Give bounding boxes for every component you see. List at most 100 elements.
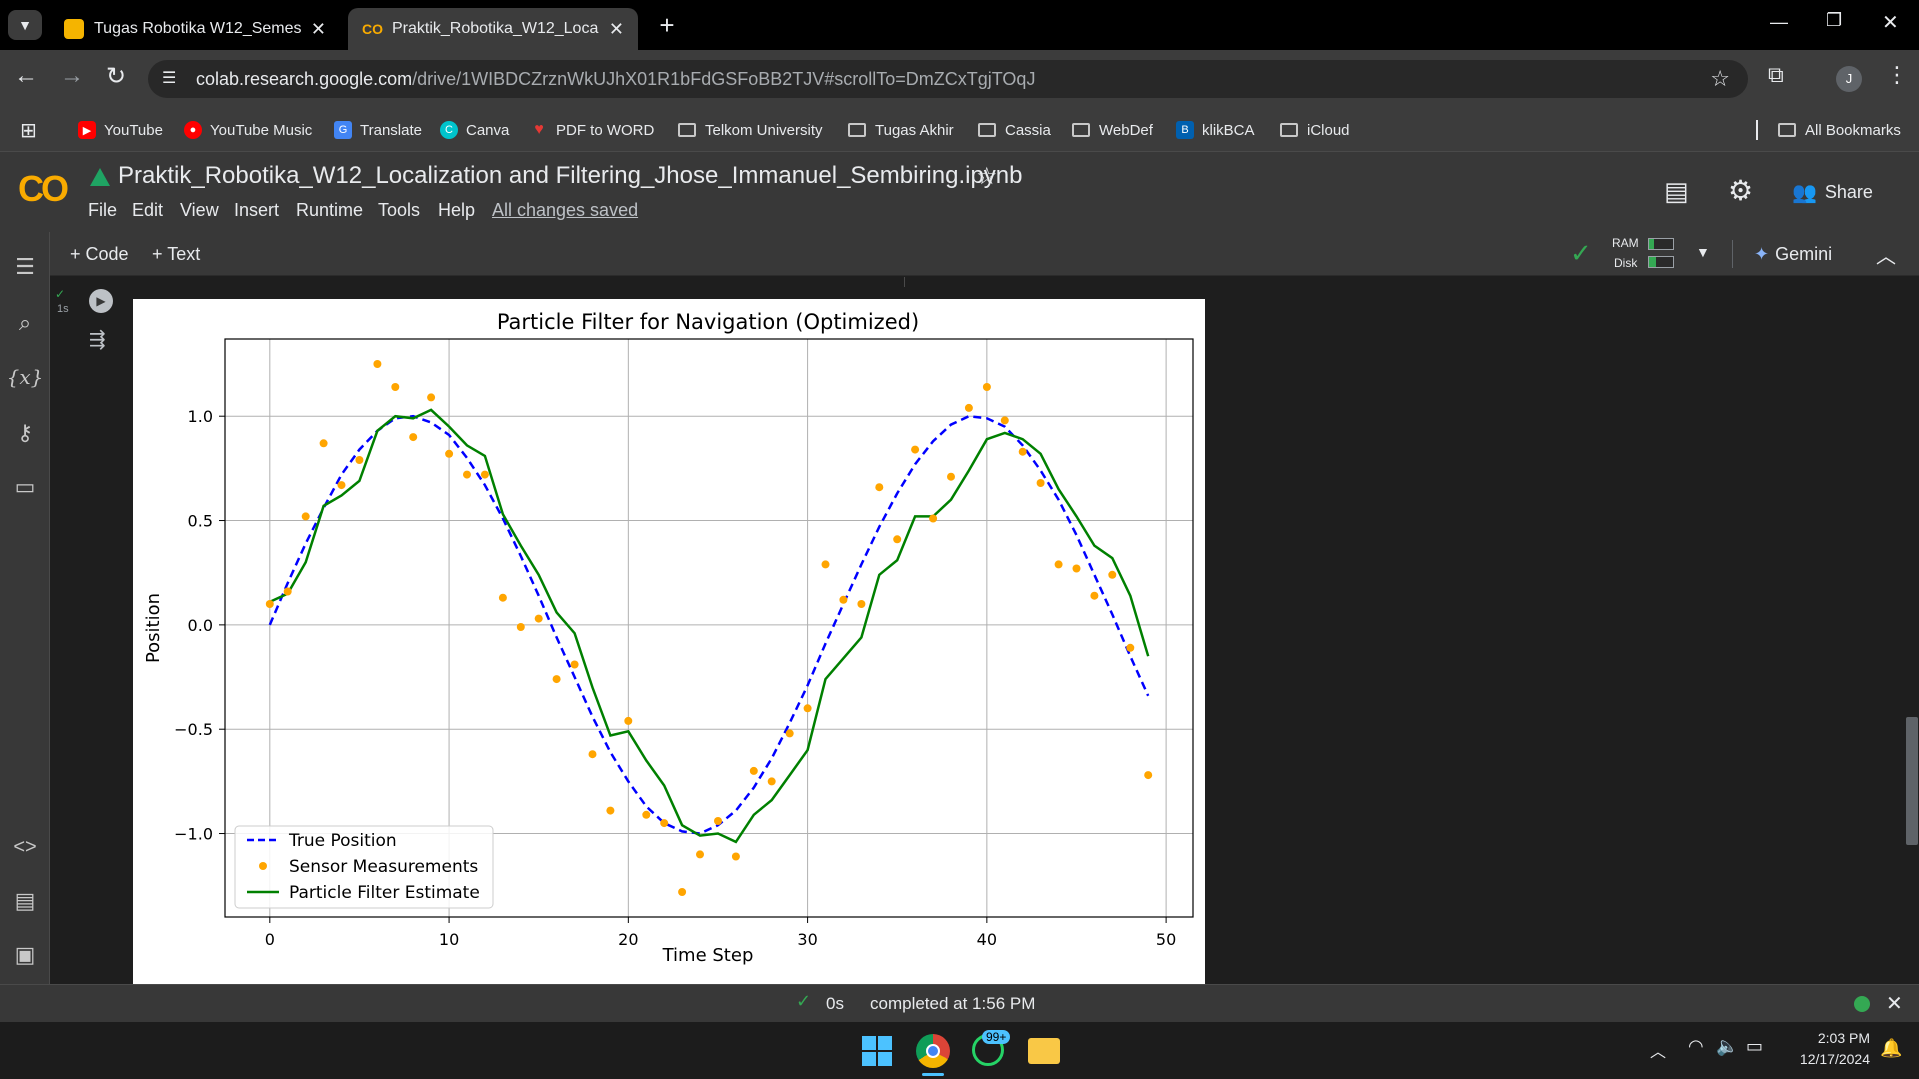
folder-icon (848, 123, 866, 137)
forward-arrow-icon[interactable]: → (60, 62, 84, 90)
run-cell-button[interactable]: ▶ (89, 289, 113, 313)
ram-fill (1649, 239, 1654, 249)
code-snippets-icon[interactable]: <> (10, 832, 40, 862)
menu-insert[interactable]: Insert (234, 200, 279, 221)
x-tick-label: 30 (797, 930, 817, 949)
menu-view[interactable]: View (180, 200, 219, 221)
sensor-measurement-point (642, 810, 651, 819)
tab-tugas-robotika[interactable]: Tugas Robotika W12_Semester ✕ (50, 8, 340, 50)
variables-icon[interactable]: {x} (7, 362, 44, 392)
file-explorer-icon[interactable] (1028, 1038, 1060, 1064)
site-info-icon[interactable]: ☰ (162, 68, 176, 88)
save-status[interactable]: All changes saved (492, 200, 638, 221)
menu-edit[interactable]: Edit (132, 200, 163, 221)
new-tab-button[interactable]: + (650, 8, 684, 42)
notification-bell-icon[interactable]: 🔔 (1880, 1038, 1902, 1059)
bookmark-cassia[interactable]: Cassia (978, 108, 1051, 152)
tab-praktik-robotika[interactable]: CO Praktik_Robotika_W12_Localizat ✕ (348, 8, 638, 50)
share-button[interactable]: 👥 Share (1792, 180, 1873, 205)
wifi-icon[interactable]: ◠ (1688, 1036, 1704, 1057)
menu-tools[interactable]: Tools (378, 200, 420, 221)
table-of-contents-icon[interactable]: ☰ (10, 252, 40, 282)
legend-particle-filter-estimate: Particle Filter Estimate (289, 883, 480, 903)
restore-icon[interactable]: ❐ (1826, 10, 1842, 31)
chrome-taskbar-icon[interactable] (916, 1034, 950, 1068)
comment-icon[interactable]: ▤ (1664, 176, 1689, 207)
bookmark-youtube[interactable]: ▶ YouTube (78, 108, 163, 152)
tab-search-button[interactable]: ▼ (8, 10, 42, 40)
bookmark-youtube-music[interactable]: ● YouTube Music (184, 108, 312, 152)
y-tick-label: 0.0 (188, 616, 213, 635)
tab-label: Praktik_Robotika_W12_Localizat (392, 20, 599, 37)
bookmark-canva[interactable]: C Canva (440, 108, 509, 152)
clock-time[interactable]: 2:03 PM (1810, 1030, 1870, 1046)
menu-file[interactable]: File (88, 200, 117, 221)
star-icon[interactable]: ☆ (976, 162, 998, 191)
apps-grid-icon[interactable]: ⊞ (20, 108, 37, 152)
people-icon: 👥 (1792, 182, 1817, 204)
files-folder-icon[interactable]: ▭ (10, 472, 40, 502)
particle-filter-chart: Particle Filter for Navigation (Optimize… (143, 310, 1194, 966)
sensor-measurement-point (1144, 771, 1153, 780)
sensor-measurement-point (409, 433, 418, 442)
url-path: /drive/1WIBDCZrznWkUJhX01R1bFdGSFoBB2TJV… (412, 68, 1036, 89)
search-icon[interactable]: ⌕ (10, 308, 40, 338)
output-actions-icon[interactable]: ⇶ (89, 327, 106, 352)
menu-help[interactable]: Help (438, 200, 475, 221)
bookmark-tugas-akhir[interactable]: Tugas Akhir (848, 108, 954, 152)
sensor-measurement-point (857, 600, 866, 608)
close-icon[interactable]: ✕ (609, 19, 624, 40)
left-sidebar: ☰ ⌕ {x} ⚷ ▭ <> ▤ ▣ (0, 232, 50, 984)
youtube-icon: ▶ (78, 121, 96, 139)
y-axis-label: Position (143, 593, 164, 663)
kebab-menu-icon[interactable]: ⋮ (1886, 62, 1908, 88)
menu-runtime[interactable]: Runtime (296, 200, 363, 221)
close-icon[interactable]: ✕ (311, 19, 326, 40)
add-code-button[interactable]: + Code (70, 244, 129, 265)
cell-exec-time: 1s (57, 303, 69, 315)
status-close-icon[interactable]: ✕ (1886, 991, 1903, 1016)
resources-dropdown-icon[interactable]: ▼ (1696, 244, 1710, 260)
tray-chevron-up-icon[interactable]: ︿ (1650, 1038, 1666, 1062)
bookmark-telkom-university[interactable]: Telkom University (678, 108, 823, 152)
volume-icon[interactable]: 🔈 (1716, 1036, 1738, 1057)
battery-icon[interactable]: ▭ (1746, 1036, 1763, 1057)
minimize-icon[interactable]: ― (1770, 12, 1788, 33)
sensor-measurement-point (283, 587, 292, 596)
reload-icon[interactable]: ↻ (106, 62, 126, 91)
add-text-button[interactable]: + Text (152, 244, 200, 265)
collapse-chevron-up-icon[interactable]: ︿ (1876, 240, 1896, 269)
extensions-icon[interactable]: ⧉ (1768, 62, 1784, 88)
colab-logo[interactable]: CO (18, 168, 69, 210)
secrets-key-icon[interactable]: ⚷ (10, 418, 40, 448)
terminal-icon[interactable]: ▣ (10, 940, 40, 970)
sensor-measurement-point (1108, 570, 1117, 579)
settings-gear-icon[interactable]: ⚙ (1728, 174, 1753, 207)
sensor-measurement-point (391, 383, 400, 391)
windows-start-icon[interactable] (862, 1036, 892, 1066)
bookmark-icloud[interactable]: iCloud (1280, 108, 1350, 152)
bookmark-pdf-to-word[interactable]: ♥ PDF to WORD (530, 108, 654, 152)
back-arrow-icon[interactable]: ← (14, 62, 38, 90)
output-scrollbar[interactable] (1906, 717, 1918, 845)
colab-toolbar: + Code + Text ✓ RAM Disk ▼ ✦ Gemini ︿ (0, 232, 1919, 276)
sensor-measurement-point (498, 593, 507, 602)
x-axis-label: Time Step (662, 945, 754, 966)
address-bar[interactable]: ☰ colab.research.google.com/drive/1WIBDC… (148, 60, 1748, 98)
window-close-icon[interactable]: ✕ (1882, 10, 1899, 35)
gemini-button[interactable]: ✦ Gemini (1754, 244, 1832, 265)
sensor-measurement-point (534, 614, 543, 623)
sensor-measurement-point (265, 600, 274, 608)
x-tick-label: 20 (618, 930, 638, 949)
clock-date[interactable]: 12/17/2024 (1786, 1051, 1870, 1067)
command-palette-icon[interactable]: ▤ (10, 886, 40, 916)
bookmark-translate[interactable]: G Translate (334, 108, 422, 152)
bookmark-star-icon[interactable]: ☆ (1710, 66, 1730, 92)
all-bookmarks[interactable]: All Bookmarks (1778, 108, 1901, 152)
disk-meter (1648, 256, 1674, 268)
sensor-measurement-point (1000, 416, 1009, 425)
notebook-title[interactable]: Praktik_Robotika_W12_Localization and Fi… (118, 162, 1023, 190)
bookmark-klikbca[interactable]: BklikBCA (1176, 108, 1255, 152)
profile-avatar[interactable]: J (1836, 66, 1862, 92)
bookmark-webdef[interactable]: WebDef (1072, 108, 1153, 152)
